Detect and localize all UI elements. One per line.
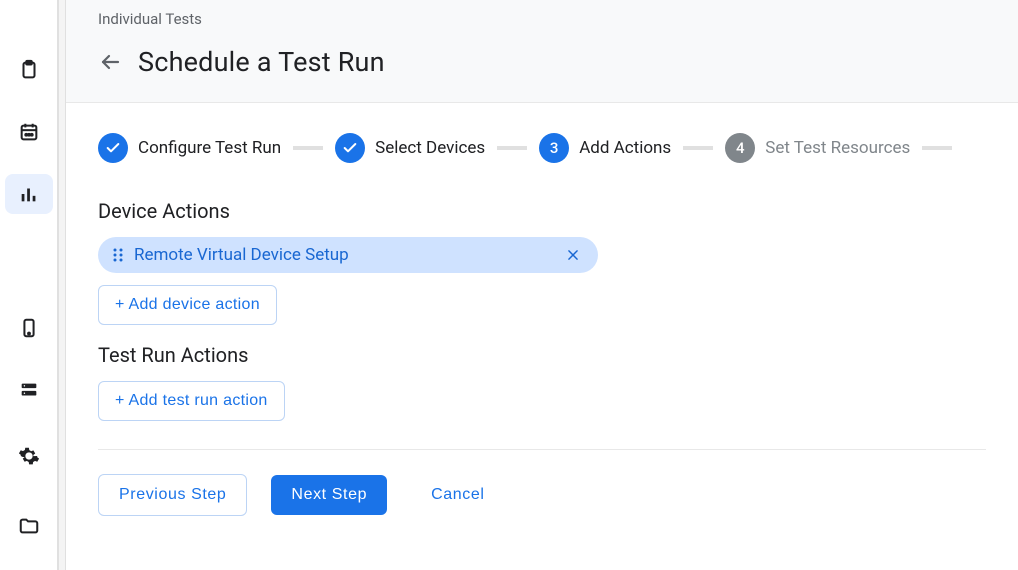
drag-handle-icon[interactable] (112, 248, 124, 262)
main: Device Actions Remote Virtual Device Set… (66, 163, 1018, 534)
cancel-button[interactable]: Cancel (411, 475, 504, 515)
device-action-chip[interactable]: Remote Virtual Device Setup (98, 237, 598, 273)
next-step-button[interactable]: Next Step (271, 475, 387, 515)
add-device-action-button[interactable]: + Add device action (98, 285, 277, 325)
chip-label: Remote Virtual Device Setup (134, 245, 562, 265)
calendar-icon (18, 121, 40, 143)
sidebar-item-settings[interactable] (5, 432, 53, 480)
device-actions-title: Device Actions (98, 199, 986, 223)
sidebar-item-calendar[interactable] (5, 112, 53, 152)
step-label: Select Devices (375, 138, 485, 158)
sidebar-item-server[interactable] (5, 370, 53, 410)
step-devices[interactable]: Select Devices (335, 133, 485, 163)
gear-icon (18, 445, 40, 467)
sidebar-item-folder[interactable] (5, 502, 53, 550)
sidebar-item-clipboard[interactable] (5, 50, 53, 90)
step-actions[interactable]: 3 Add Actions (539, 133, 671, 163)
clipboard-icon (18, 59, 40, 81)
header: Individual Tests Schedule a Test Run (66, 0, 1018, 103)
content: Individual Tests Schedule a Test Run Con… (66, 0, 1018, 570)
sidebar-item-device[interactable] (5, 308, 53, 348)
step-connector (922, 146, 952, 150)
previous-step-button[interactable]: Previous Step (98, 474, 247, 516)
divider (98, 449, 986, 450)
footer-buttons: Previous Step Next Step Cancel (98, 474, 986, 516)
step-resources[interactable]: 4 Set Test Resources (725, 133, 910, 163)
breadcrumb: Individual Tests (98, 10, 986, 28)
test-run-actions-title: Test Run Actions (98, 343, 986, 367)
server-icon (18, 379, 40, 401)
phone-icon (18, 317, 40, 339)
step-connector (683, 146, 713, 150)
close-icon[interactable] (562, 248, 584, 262)
sidebar (0, 0, 58, 570)
page-title: Schedule a Test Run (138, 46, 385, 78)
folder-icon (18, 515, 40, 537)
step-number: 3 (539, 133, 569, 163)
step-connector (497, 146, 527, 150)
step-configure[interactable]: Configure Test Run (98, 133, 281, 163)
step-connector (293, 146, 323, 150)
back-arrow-icon[interactable] (98, 50, 122, 74)
step-check-icon (335, 133, 365, 163)
step-label: Configure Test Run (138, 138, 281, 158)
step-number: 4 (725, 133, 755, 163)
step-label: Add Actions (579, 138, 671, 158)
bar-chart-icon (18, 183, 40, 205)
sidebar-item-analytics[interactable] (5, 174, 53, 214)
step-label: Set Test Resources (765, 138, 910, 158)
vertical-divider (58, 0, 66, 570)
step-check-icon (98, 133, 128, 163)
stepper: Configure Test Run Select Devices 3 Add … (66, 103, 1018, 163)
add-test-run-action-button[interactable]: + Add test run action (98, 381, 285, 421)
